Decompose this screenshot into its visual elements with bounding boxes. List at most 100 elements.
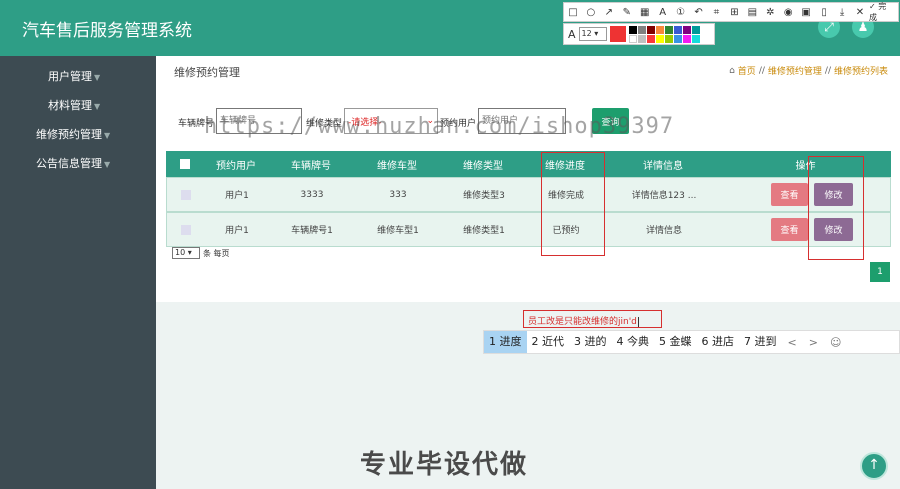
ime-candidate[interactable]: 7 进到 [739, 331, 782, 353]
font-size-select[interactable]: 12 ▾ [578, 27, 607, 41]
cell-user: 用户1 [225, 226, 249, 236]
annotation-text: 员工改是只能改维修的jin'd [528, 314, 639, 327]
chevron-down-icon: ▼ [94, 102, 101, 111]
sidebar-item-users[interactable]: 用户管理 ▼ [48, 68, 100, 84]
ime-candidate[interactable]: 4 今典 [612, 331, 655, 353]
cell-type: 维修类型1 [463, 226, 505, 236]
pen-tool-icon[interactable]: ✎ [618, 7, 636, 18]
arrow-tool-icon[interactable]: ↗ [600, 7, 618, 18]
chevron-down-icon: ▼ [104, 160, 111, 169]
cell-plate: 车辆牌号1 [291, 226, 333, 236]
highlight-box-actions [808, 156, 864, 260]
cell-detail: 详情信息123 ... [631, 191, 697, 201]
ime-candidate[interactable]: 3 进的 [569, 331, 612, 353]
page-size-control: 10 ▾ 条 每页 [172, 247, 230, 259]
undo-icon[interactable]: ↶ [690, 7, 708, 18]
color-swatch[interactable] [673, 25, 682, 34]
ocr-icon[interactable]: ▤ [743, 7, 761, 18]
color-swatch[interactable] [628, 25, 637, 34]
emoji-icon[interactable]: ☺ [824, 336, 847, 349]
close-icon[interactable]: ✕ [851, 7, 869, 18]
row-checkbox[interactable] [181, 224, 191, 235]
select-all-checkbox[interactable] [180, 159, 190, 169]
highlight-box-progress [541, 152, 605, 256]
download-icon[interactable]: ⤓ [833, 7, 851, 18]
main-panel: 维修预约管理 ⌂ 首页 // 维修预约管理 // 维修预约列表 车辆牌号 维修类… [156, 56, 900, 302]
color-swatch[interactable] [646, 25, 655, 34]
ime-candidate[interactable]: 1 进度 [484, 331, 527, 353]
cell-plate: 3333 [300, 189, 324, 200]
header-detail: 详情信息 [643, 160, 683, 172]
breadcrumb: ⌂ 首页 // 维修预约管理 // 维修预约列表 [729, 64, 888, 78]
mosaic-tool-icon[interactable]: ▦ [636, 7, 654, 18]
save-icon[interactable]: ▣ [797, 7, 815, 18]
sidebar-item-label: 材料管理 [48, 99, 92, 112]
color-swatch[interactable] [637, 25, 646, 34]
font-icon: A [568, 27, 576, 41]
chevron-down-icon: ▼ [94, 73, 101, 82]
booking-table: 预约用户 车辆牌号 维修车型 维修类型 维修进度 详情信息 操作 用户1 333… [166, 151, 891, 247]
page-size-suffix: 条 每页 [203, 248, 230, 258]
page-size-value: 10 [175, 248, 186, 257]
ime-candidate[interactable]: 5 金蝶 [654, 331, 697, 353]
text-tool-icon[interactable]: A [654, 7, 672, 18]
text-cursor [637, 316, 639, 327]
cell-user: 用户1 [225, 191, 249, 201]
breadcrumb-module[interactable]: 维修预约管理 [768, 64, 822, 77]
ime-candidate[interactable]: 6 进店 [697, 331, 740, 353]
header-repair-type: 维修类型 [463, 160, 503, 172]
color-swatch[interactable] [682, 25, 691, 34]
sidebar-item-label: 公告信息管理 [36, 157, 102, 170]
magic-icon[interactable]: ✲ [761, 7, 779, 18]
color-swatch[interactable] [691, 34, 700, 43]
row-checkbox[interactable] [181, 189, 191, 200]
phone-icon[interactable]: ▯ [815, 7, 833, 18]
color-swatch[interactable] [664, 34, 673, 43]
snip-palette: A 12 ▾ [563, 23, 715, 45]
ime-candidate[interactable]: 2 近代 [527, 331, 570, 353]
sidebar-item-repair-booking[interactable]: 维修预约管理 ▼ [36, 126, 110, 142]
record-icon[interactable]: ◉ [779, 7, 797, 18]
rectangle-tool-icon[interactable]: □ [564, 7, 582, 18]
ime-prev-icon[interactable]: < [782, 336, 803, 349]
color-swatch[interactable] [691, 25, 700, 34]
color-swatch[interactable] [655, 25, 664, 34]
sidebar-item-label: 用户管理 [48, 70, 92, 83]
view-button[interactable]: 查看 [771, 183, 808, 206]
breadcrumb-separator: // [824, 65, 831, 76]
breadcrumb-current: 维修预约列表 [833, 67, 888, 77]
lower-area: 员工改是只能改维修的jin'd 1 进度 2 近代 3 进的 4 今典 5 金蝶… [156, 302, 900, 489]
table-row: 用户1 3333 333 维修类型3 维修完成 详情信息123 ... 查看 修… [166, 177, 891, 212]
page-number-button[interactable]: 1 [870, 262, 890, 282]
sidebar-item-notices[interactable]: 公告信息管理 ▼ [36, 155, 110, 171]
color-swatch[interactable] [664, 25, 673, 34]
color-swatch[interactable] [682, 34, 691, 43]
sidebar: 用户管理 ▼ 材料管理 ▼ 维修预约管理 ▼ 公告信息管理 ▼ [0, 56, 156, 489]
selected-color-swatch[interactable] [609, 26, 626, 42]
header-booking-user: 预约用户 [216, 160, 256, 172]
numbered-marker-icon[interactable]: ① [672, 7, 690, 18]
scroll-top-icon[interactable]: ↑ [860, 452, 888, 480]
color-swatches [628, 25, 700, 43]
font-size-value: 12 [581, 29, 592, 38]
done-label: 完成 [868, 2, 887, 22]
breadcrumb-home[interactable]: 首页 [738, 64, 756, 77]
snip-toolbar: □ ○ ↗ ✎ ▦ A ① ↶ ⌗ ⊞ ▤ ✲ ◉ ▣ ▯ ⤓ ✕ ✓ 完成 [563, 2, 899, 22]
color-swatch[interactable] [646, 34, 655, 43]
color-swatch[interactable] [655, 34, 664, 43]
done-button[interactable]: ✓ 完成 [869, 1, 898, 23]
color-swatch[interactable] [628, 34, 637, 43]
crop-icon[interactable]: ⌗ [708, 7, 726, 18]
color-swatch[interactable] [673, 34, 682, 43]
home-icon[interactable]: ⌂ [729, 66, 735, 76]
sidebar-item-label: 维修预约管理 [36, 128, 102, 141]
page-title: 维修预约管理 [174, 66, 240, 79]
table-header: 预约用户 车辆牌号 维修车型 维修类型 维修进度 详情信息 操作 [166, 151, 891, 177]
sidebar-item-materials[interactable]: 材料管理 ▼ [48, 97, 100, 113]
pin-icon[interactable]: ⊞ [725, 7, 743, 18]
ellipse-tool-icon[interactable]: ○ [582, 7, 600, 18]
color-swatch[interactable] [637, 34, 646, 43]
view-button[interactable]: 查看 [771, 218, 808, 241]
ime-next-icon[interactable]: > [803, 336, 824, 349]
page-size-select[interactable]: 10 ▾ [172, 247, 200, 259]
